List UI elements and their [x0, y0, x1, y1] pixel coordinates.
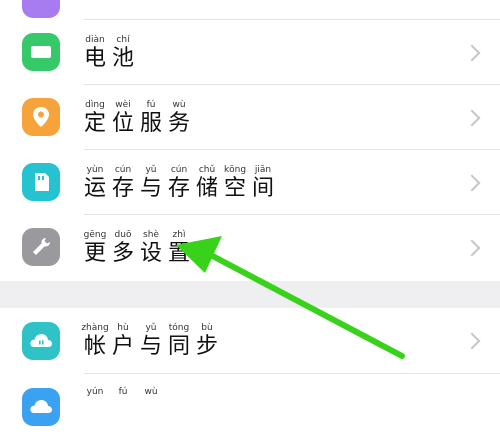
settings-row-location[interactable]: dìng 定 wèi 位 fú 服 wù 务 [0, 85, 500, 149]
cloud-sync-icon [22, 322, 60, 360]
settings-group-2: zhàng 帐 hù 户 yǔ 与 tóng 同 bù 步 yún fú wù [0, 308, 500, 426]
pinyin: yǔ [145, 323, 157, 333]
chevron-right-icon [463, 332, 481, 350]
pinyin: jiān [254, 165, 272, 175]
pinyin: wèi [115, 100, 131, 110]
pinyin: dìng [85, 100, 105, 110]
app-icon [22, 0, 60, 18]
pinyin: gēng [83, 230, 107, 240]
char: 位 [112, 111, 135, 136]
pinyin: yùn [86, 165, 104, 175]
pinyin: cún [170, 165, 188, 175]
pinyin: chǔ [198, 165, 216, 175]
settings-row-more-settings[interactable]: gēng 更 duō 多 shè 设 zhì 置 [0, 215, 500, 279]
settings-row-label: gēng 更 duō 多 shè 设 zhì 置 [84, 229, 190, 267]
pinyin: kōng [223, 165, 247, 175]
pinyin: hù [117, 323, 129, 333]
pinyin: duō [114, 230, 132, 240]
char: 储 [196, 176, 219, 201]
char: 步 [196, 334, 219, 359]
char: 运 [84, 176, 107, 201]
chevron-right-icon [463, 239, 481, 257]
settings-row-label: diàn 电 chí 池 [84, 34, 134, 72]
cloud-icon [22, 388, 60, 426]
pinyin: yún [86, 387, 104, 397]
char: 间 [252, 176, 275, 201]
settings-row-accounts-sync[interactable]: zhàng 帐 hù 户 yǔ 与 tóng 同 bù 步 [0, 308, 500, 372]
pinyin: fú [118, 387, 128, 397]
settings-row-label: yùn 运 cún 存 yǔ 与 cún 存 chǔ 储 kōng 空 jiān 间 [84, 164, 274, 202]
char: 设 [140, 241, 163, 266]
char: 置 [168, 241, 191, 266]
pinyin: yǔ [145, 165, 157, 175]
section-gap [0, 281, 500, 308]
char: 户 [112, 334, 135, 359]
char: 存 [168, 176, 191, 201]
char: 与 [140, 176, 163, 201]
pinyin: tóng [168, 323, 190, 333]
storage-card-icon [22, 163, 60, 201]
settings-row-label: zhàng 帐 hù 户 yǔ 与 tóng 同 bù 步 [81, 322, 219, 360]
pinyin: cún [114, 165, 132, 175]
pinyin: bù [201, 323, 213, 333]
char: 定 [84, 111, 107, 136]
settings-row-label: yún fú wù [84, 386, 162, 398]
char: 存 [112, 176, 135, 201]
pinyin: wù [144, 387, 158, 397]
pinyin: shè [143, 230, 159, 240]
char: 务 [168, 111, 191, 136]
char: 服 [140, 111, 163, 136]
settings-row-storage[interactable]: yùn 运 cún 存 yǔ 与 cún 存 chǔ 储 kōng 空 jiān 间 [0, 150, 500, 214]
location-pin-icon [22, 98, 60, 136]
pinyin: zhì [172, 230, 186, 240]
chevron-right-icon [463, 109, 481, 127]
char: 多 [112, 241, 135, 266]
pinyin: chí [116, 35, 130, 45]
char: 空 [224, 176, 247, 201]
char: 更 [84, 241, 107, 266]
settings-group-1: diàn 电 chí 池 dìng 定 wèi 位 fú 服 wù 务 yùn … [0, 0, 500, 281]
wrench-icon [22, 228, 60, 266]
pinyin: wù [172, 100, 186, 110]
char: 电 [84, 46, 107, 71]
battery-icon [22, 33, 60, 71]
char: 池 [112, 46, 135, 71]
char: 与 [140, 334, 163, 359]
chevron-right-icon [463, 174, 481, 192]
pinyin: fú [146, 100, 156, 110]
char: 同 [168, 334, 191, 359]
pinyin: zhàng [81, 323, 109, 333]
settings-row-cloud-service[interactable]: yún fú wù [0, 374, 500, 438]
char: 帐 [84, 334, 107, 359]
settings-row-battery[interactable]: diàn 电 chí 池 [0, 20, 500, 84]
settings-row-label: dìng 定 wèi 位 fú 服 wù 务 [84, 99, 190, 137]
settings-row-partial-top[interactable] [0, 0, 500, 20]
chevron-right-icon [463, 44, 481, 62]
pinyin: diàn [85, 35, 105, 45]
